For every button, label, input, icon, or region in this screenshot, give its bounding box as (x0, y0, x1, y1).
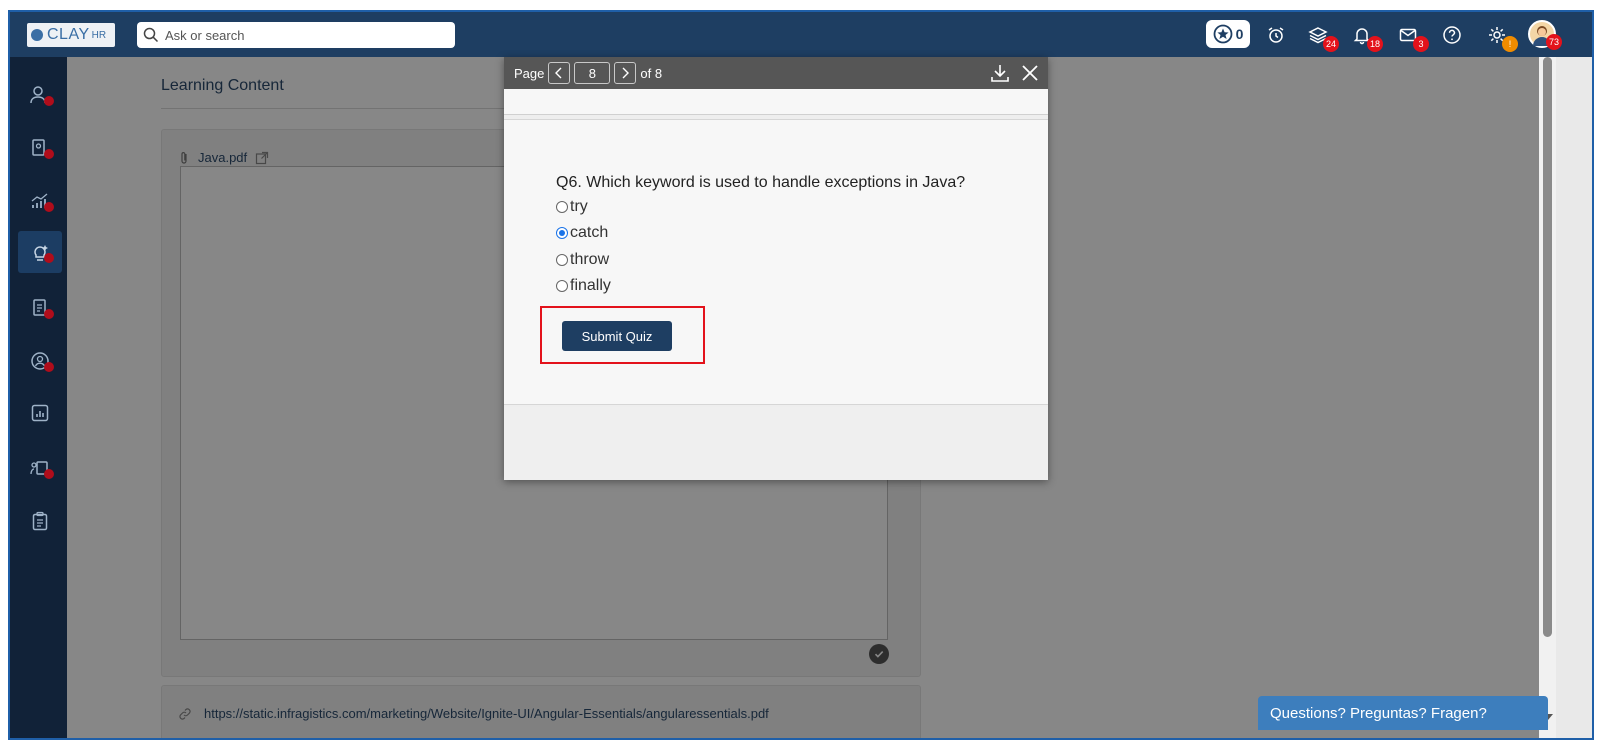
next-page-button[interactable] (614, 62, 637, 84)
close-icon (1022, 65, 1038, 81)
pdf-viewer-toolbar: Page 8 of 8 (504, 57, 1048, 89)
logo-sub: HR (91, 29, 107, 41)
quiz-option-catch[interactable]: catch (556, 224, 608, 242)
pdf-viewer-modal: Page 8 of 8 Q6. Which keyword is used to… (504, 57, 1048, 480)
sidebar-alert-dot (44, 202, 54, 212)
user-avatar[interactable]: 73 (1528, 20, 1562, 50)
mail-button[interactable]: 3 (1395, 22, 1429, 52)
logo-mark-icon (31, 29, 43, 41)
notifications-button[interactable]: 18 (1349, 22, 1383, 52)
sidebar-item-training[interactable] (18, 447, 62, 489)
option-label: throw (570, 251, 610, 268)
search-icon (143, 27, 159, 43)
star-points-button[interactable]: 0 (1206, 20, 1250, 48)
current-page-input[interactable]: 8 (574, 62, 611, 84)
close-viewer-button[interactable] (1018, 61, 1042, 85)
sidebar-item-clipboard[interactable] (18, 500, 62, 542)
page-scrollbar[interactable] (1539, 57, 1556, 738)
app-window: CLAY HR 0 24 18 3 (8, 10, 1594, 740)
layers-button[interactable]: 24 (1305, 22, 1339, 52)
sidebar-item-people[interactable] (18, 74, 62, 116)
previous-page-button[interactable] (548, 62, 571, 84)
search-box[interactable] (137, 22, 455, 48)
star-count: 0 (1235, 26, 1244, 42)
report-chart-icon (31, 404, 49, 422)
quiz-option-try[interactable]: try (556, 198, 588, 216)
mail-badge: 3 (1413, 36, 1429, 52)
settings-warning-badge: ! (1502, 36, 1518, 52)
help-circle-icon (1443, 26, 1461, 44)
clipboard-icon (32, 511, 48, 531)
total-pages-label: of 8 (640, 65, 663, 81)
page-label: Page (514, 65, 545, 81)
download-icon (991, 65, 1009, 82)
alarm-clock-icon (1268, 27, 1284, 43)
sidebar-item-documents[interactable] (18, 287, 62, 329)
submit-quiz-button[interactable]: Submit Quiz (562, 321, 672, 351)
radio-finally[interactable] (556, 280, 568, 292)
radio-throw[interactable] (556, 254, 568, 266)
sidebar-alert-dot (44, 149, 54, 159)
radio-try[interactable] (556, 201, 568, 213)
sidebar-alert-dot (44, 362, 54, 372)
sidebar-item-profile[interactable] (18, 340, 62, 382)
clayhr-logo[interactable]: CLAY HR (27, 23, 115, 47)
chevron-left-icon (555, 67, 562, 79)
quiz-option-finally[interactable]: finally (556, 277, 611, 295)
submit-highlight-box: Submit Quiz (540, 306, 705, 364)
next-page-strip (504, 407, 1048, 480)
download-button[interactable] (988, 61, 1012, 85)
top-bar: CLAY HR 0 24 18 3 (10, 12, 1592, 57)
logo-word: CLAY (47, 26, 90, 43)
option-label: try (570, 198, 588, 215)
pdf-page: Q6. Which keyword is used to handle exce… (504, 119, 1048, 405)
previous-page-strip (504, 89, 1048, 115)
sidebar-alert-dot (44, 469, 54, 479)
option-label: finally (570, 277, 611, 294)
settings-button[interactable]: ! (1484, 22, 1518, 52)
quiz-question: Q6. Which keyword is used to handle exce… (556, 174, 966, 191)
scrollbar-thumb[interactable] (1543, 57, 1552, 637)
sidebar-alert-dot (44, 253, 54, 263)
option-label: catch (570, 224, 609, 241)
quiz-option-throw[interactable]: throw (556, 251, 609, 269)
avatar-badge: 73 (1545, 34, 1562, 50)
sidebar-item-growth[interactable] (18, 180, 62, 222)
support-chat-button[interactable]: Questions? Preguntas? Fragen? (1258, 696, 1548, 730)
help-button[interactable] (1439, 22, 1465, 48)
sidebar-alert-dot (44, 309, 54, 319)
sidebar-item-reports[interactable] (18, 392, 62, 434)
radio-catch[interactable] (556, 227, 568, 239)
sidebar (10, 57, 67, 738)
chevron-right-icon (622, 67, 630, 79)
sidebar-alert-dot (44, 96, 54, 106)
sidebar-item-learning[interactable] (18, 231, 62, 273)
star-circle-icon (1213, 24, 1232, 44)
layers-badge: 24 (1322, 36, 1339, 52)
notifications-badge: 18 (1366, 36, 1383, 52)
search-input[interactable] (165, 27, 445, 43)
alarm-button[interactable] (1263, 22, 1289, 48)
sidebar-item-document-user[interactable] (18, 127, 62, 169)
